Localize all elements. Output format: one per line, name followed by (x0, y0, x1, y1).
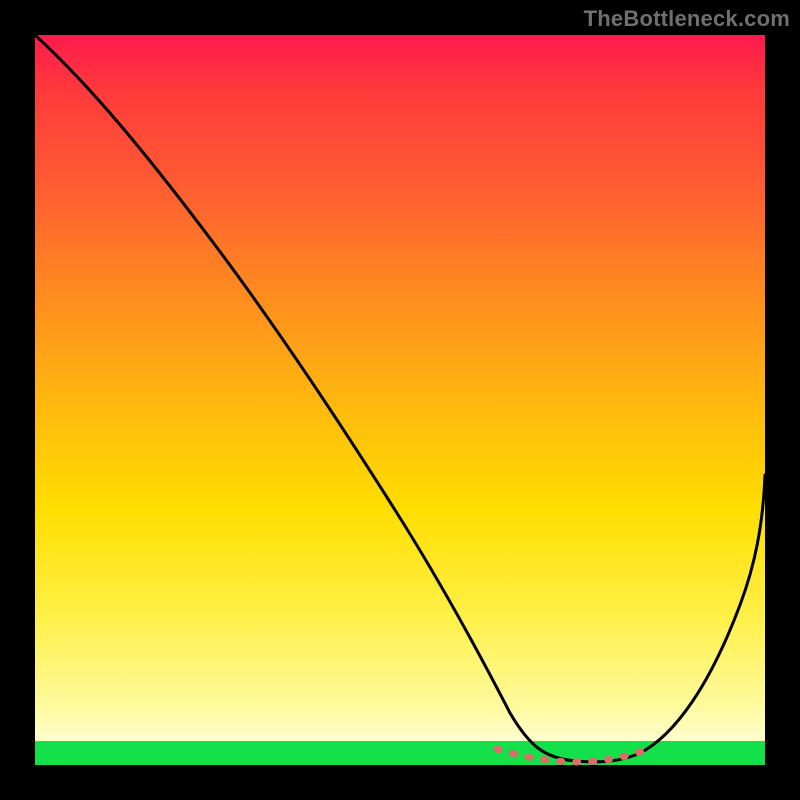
curve-layer (35, 35, 765, 765)
watermark-text: TheBottleneck.com (584, 6, 790, 32)
plot-area (35, 35, 765, 765)
bottleneck-curve (35, 35, 765, 762)
chart-stage: TheBottleneck.com (0, 0, 800, 800)
